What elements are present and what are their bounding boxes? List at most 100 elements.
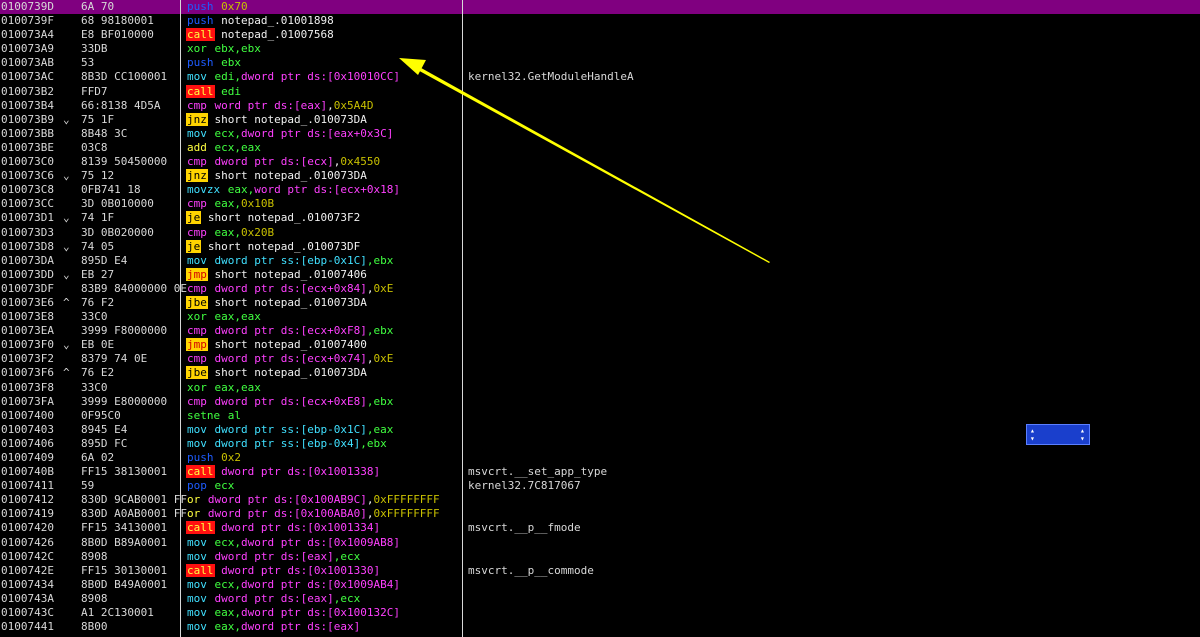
- row-operand: ecx,: [214, 577, 242, 591]
- row-address: 010073C8: [1, 183, 54, 197]
- row-instruction: push 0x2: [186, 451, 460, 465]
- row-instruction: call edi: [186, 84, 460, 99]
- row-mnemonic: cmp: [187, 352, 207, 366]
- row-instruction: xor ebx,ebx: [186, 42, 460, 56]
- row-hex-bytes: FFD7: [81, 84, 108, 98]
- row-instruction: jmp short notepad_.01007406: [186, 267, 460, 282]
- row-operand: eax,: [214, 620, 242, 634]
- row-mnemonic: setne: [187, 408, 221, 422]
- column-divider-asm-comment[interactable]: [462, 0, 463, 637]
- row-address: 01007434: [1, 577, 54, 591]
- row-address: 010073C6: [1, 169, 54, 183]
- row-operand: ecx: [214, 479, 235, 493]
- row-instruction: setne al: [186, 409, 460, 423]
- row-operand: edi: [221, 84, 241, 98]
- jump-direction-icon: ⌄: [63, 267, 70, 281]
- row-address: 010073D3: [1, 225, 54, 239]
- row-operand: dword ptr ss:[ebp-0x1C]: [214, 422, 367, 436]
- row-address: 010073B4: [1, 98, 54, 112]
- row-mnemonic: mov: [187, 606, 207, 620]
- row-instruction: add ecx,eax: [186, 141, 460, 155]
- row-mnemonic: call: [186, 28, 215, 42]
- row-operand: 0xFFFFFFFF: [373, 493, 440, 507]
- row-operand: ,ebx: [360, 436, 387, 450]
- row-address: 0100739D: [1, 0, 54, 13]
- chevron-down-icon: ▾: [1030, 434, 1035, 443]
- row-mnemonic: mov: [187, 436, 207, 450]
- row-operand: ,eax: [366, 422, 394, 436]
- row-operand: dword ptr ds:[ecx+0x74]: [214, 352, 367, 366]
- row-mnemonic: pop: [187, 479, 207, 493]
- row-address: 01007441: [1, 620, 54, 634]
- row-mnemonic: jnz: [186, 169, 208, 183]
- column-divider-hex-asm[interactable]: [180, 0, 181, 637]
- row-operand: short notepad_.01007406: [214, 267, 367, 281]
- row-operand: ,: [327, 98, 334, 112]
- row-address: 010073BE: [1, 140, 54, 154]
- row-address: 010073EA: [1, 324, 54, 338]
- row-hex-bytes: A1 2C130001: [81, 606, 154, 620]
- row-hex-bytes: 75 1F: [81, 112, 115, 126]
- row-operand: dword ptr ss:[ebp-0x4]: [214, 436, 361, 450]
- row-address: 010073B9: [1, 112, 54, 126]
- row-mnemonic: mov: [187, 70, 207, 84]
- row-instruction: mov dword ptr ds:[eax],ecx: [186, 592, 460, 606]
- row-operand: eax,eax: [214, 310, 261, 324]
- row-hex-bytes: FF15 34130001: [81, 521, 168, 535]
- row-hex-bytes: 8B00: [81, 620, 108, 634]
- row-instruction: cmp word ptr ds:[eax],0x5A4D: [186, 99, 460, 113]
- row-operand: ,ebx: [366, 253, 394, 267]
- row-mnemonic: movzx: [187, 183, 221, 197]
- chevron-down-icon: ▾: [1080, 434, 1085, 443]
- row-mnemonic: je: [186, 211, 202, 225]
- row-operand: 0x10B: [241, 197, 275, 211]
- row-hex-bytes: 76 E2: [81, 366, 115, 380]
- row-hex-bytes: 0F95C0: [81, 408, 121, 422]
- row-comment: kernel32.GetModuleHandleA: [468, 70, 634, 84]
- row-mnemonic: cmp: [187, 225, 207, 239]
- row-operand: eax,eax: [214, 380, 261, 394]
- row-instruction: jbe short notepad_.010073DA: [186, 366, 460, 380]
- row-instruction: jnz short notepad_.010073DA: [186, 112, 460, 127]
- row-operand: short notepad_.010073DA: [214, 169, 367, 183]
- row-operand: dword ptr ds:[0x100AB9C]: [207, 493, 367, 507]
- row-instruction: movzx eax,word ptr ds:[ecx+0x18]: [186, 183, 460, 197]
- row-operand: dword ptr ds:[eax]: [214, 549, 334, 563]
- row-operand: ,ecx: [333, 591, 361, 605]
- row-hex-bytes: 8B48 3C: [81, 126, 128, 140]
- row-address: 01007411: [1, 479, 54, 493]
- row-mnemonic: push: [187, 14, 214, 28]
- row-instruction: push notepad_.01001898: [186, 14, 460, 28]
- row-hex-bytes: 895D E4: [81, 253, 128, 267]
- row-mnemonic: mov: [187, 620, 207, 634]
- row-address: 010073AB: [1, 56, 54, 70]
- row-address: 010073CC: [1, 197, 54, 211]
- row-operand: 0xE: [373, 352, 394, 366]
- row-hex-bytes: FF15 30130001: [81, 563, 168, 577]
- row-instruction: pop ecx: [186, 479, 460, 493]
- row-operand: dword ptr ds:[0x1009AB8]: [241, 535, 400, 549]
- jump-direction-icon: ⌄: [63, 338, 70, 352]
- row-operand: 0x5A4D: [333, 98, 374, 112]
- row-address: 010073BB: [1, 126, 54, 140]
- floating-mini-widget[interactable]: ▴ ▴ ▾ ▾: [1026, 424, 1090, 445]
- row-instruction: cmp eax,0x20B: [186, 226, 460, 240]
- row-address: 01007406: [1, 436, 54, 450]
- row-hex-bytes: 33C0: [81, 380, 108, 394]
- row-hex-bytes: 8908: [81, 591, 108, 605]
- row-hex-bytes: EB 0E: [81, 338, 115, 352]
- row-instruction: call dword ptr ds:[0x1001330]: [186, 563, 460, 578]
- row-mnemonic: call: [186, 465, 215, 479]
- row-address: 0100742E: [1, 563, 54, 577]
- row-address: 010073E6: [1, 295, 54, 309]
- row-operand: eax,: [214, 606, 242, 620]
- jump-direction-icon: ⌄: [63, 112, 70, 126]
- row-hex-bytes: EB 27: [81, 267, 115, 281]
- jump-direction-icon: ⌄: [63, 211, 70, 225]
- row-mnemonic: cmp: [187, 394, 207, 408]
- row-instruction: mov dword ptr ss:[ebp-0x4],ebx: [186, 437, 460, 451]
- row-address: 0100739F: [1, 14, 54, 28]
- row-instruction: mov dword ptr ss:[ebp-0x1C],ebx: [186, 254, 460, 268]
- row-instruction: call dword ptr ds:[0x1001334]: [186, 521, 460, 535]
- row-address: 010073E8: [1, 310, 54, 324]
